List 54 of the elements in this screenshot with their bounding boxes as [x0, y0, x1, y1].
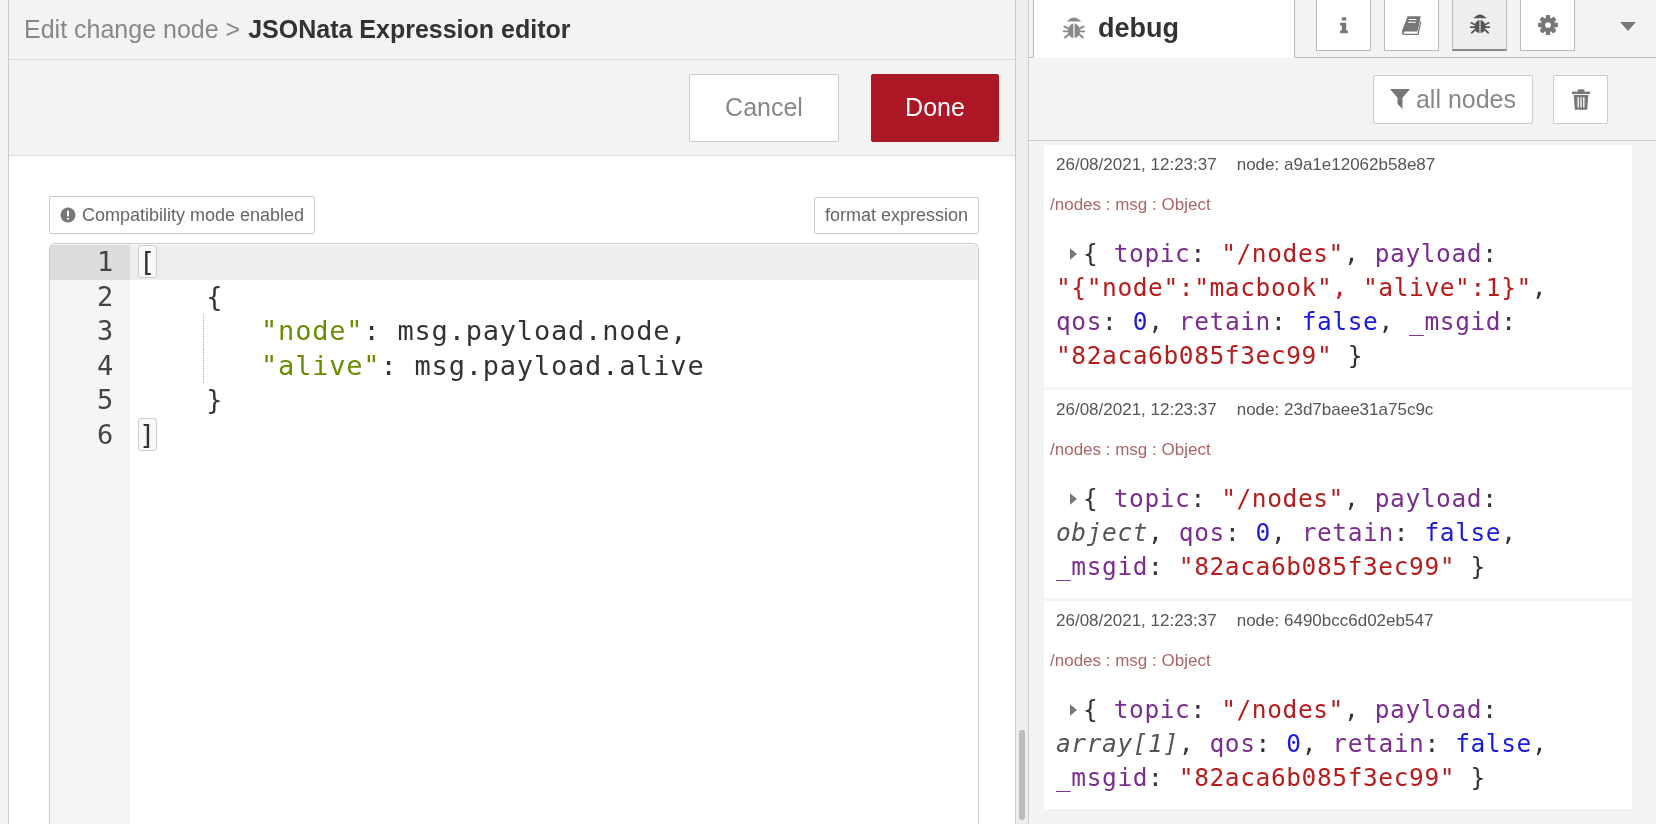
code-editor[interactable]: 1 [ 2 { 3 "node": msg.payload.node, 4 "alive": msg.payload.alive 5 } 6 ] — [49, 243, 979, 824]
scrollbar-thumb[interactable] — [1019, 730, 1025, 820]
message-value-line: array[1], qos: 0, retain: false, — [1056, 728, 1548, 760]
debug-tab[interactable]: debug — [1033, 0, 1295, 58]
format-expression-button[interactable]: format expression — [813, 197, 979, 234]
message-node[interactable]: node: a9a1e12062b58e87 — [1236, 155, 1436, 175]
filter-icon — [1389, 89, 1410, 109]
code-line: "alive": msg.payload.alive — [261, 348, 705, 383]
dialog-title: JSONata Expression editor — [248, 15, 571, 44]
message-value-line: { topic: "/nodes", payload: — [1083, 238, 1498, 270]
expand-caret-icon[interactable] — [1070, 248, 1077, 260]
info-tab[interactable] — [1316, 0, 1371, 51]
bug-icon — [1062, 16, 1086, 41]
bug-icon — [1468, 13, 1491, 36]
cancel-button[interactable]: Cancel — [689, 73, 839, 142]
caret-down-icon[interactable] — [1620, 22, 1636, 31]
line-number: 4 — [95, 348, 115, 383]
expand-caret-icon[interactable] — [1070, 704, 1077, 716]
filter-button[interactable]: all nodes — [1372, 74, 1533, 124]
code-line: "node": msg.payload.node, — [261, 314, 688, 348]
line-number: 6 — [95, 417, 115, 452]
message-value-line: "{"node":"macbook", "alive":1}", — [1056, 272, 1548, 304]
message-value-line: qos: 0, retain: false, _msgid: — [1056, 306, 1517, 338]
compatibility-mode-button[interactable]: Compatibility mode enabled — [49, 196, 316, 234]
trash-icon — [1571, 88, 1590, 110]
message-topic: /nodes : msg : Object — [1050, 195, 1212, 215]
clear-button[interactable] — [1553, 74, 1608, 124]
book-icon — [1400, 14, 1423, 36]
code-line: } — [205, 383, 224, 417]
message-time: 26/08/2021, 12:23:37 — [1056, 611, 1217, 631]
settings-icon — [1536, 14, 1559, 36]
code-line: { — [205, 279, 224, 314]
done-button[interactable]: Done — [871, 73, 999, 142]
message-node[interactable]: node: 6490bcc6d02eb547 — [1236, 611, 1434, 631]
message-time: 26/08/2021, 12:23:37 — [1056, 400, 1217, 420]
message-time: 26/08/2021, 12:23:37 — [1056, 155, 1217, 175]
book-tab[interactable] — [1384, 0, 1439, 51]
gear-tab[interactable] — [1520, 0, 1575, 51]
line-number: 5 — [95, 383, 115, 417]
message-node[interactable]: node: 23d7baee31a75c9c — [1236, 400, 1434, 420]
expand-caret-icon[interactable] — [1070, 493, 1077, 505]
message-topic: /nodes : msg : Object — [1050, 440, 1212, 460]
message-value-line: { topic: "/nodes", payload: — [1083, 483, 1498, 515]
message-value-line: _msgid: "82aca6b085f3ec99" } — [1056, 551, 1486, 583]
line-number: 2 — [95, 279, 115, 314]
message-value-line: "82aca6b085f3ec99" } — [1056, 340, 1363, 372]
message-topic: /nodes : msg : Object — [1050, 651, 1212, 671]
line-number: 1 — [50, 245, 130, 280]
message-value-line: { topic: "/nodes", payload: — [1083, 694, 1498, 726]
line-number: 3 — [95, 314, 115, 348]
bug-tab[interactable] — [1452, 0, 1507, 51]
message-value-line: _msgid: "82aca6b085f3ec99" } — [1056, 762, 1486, 794]
message-value-line: object, qos: 0, retain: false, — [1056, 517, 1517, 549]
exclamation-icon — [60, 207, 76, 223]
